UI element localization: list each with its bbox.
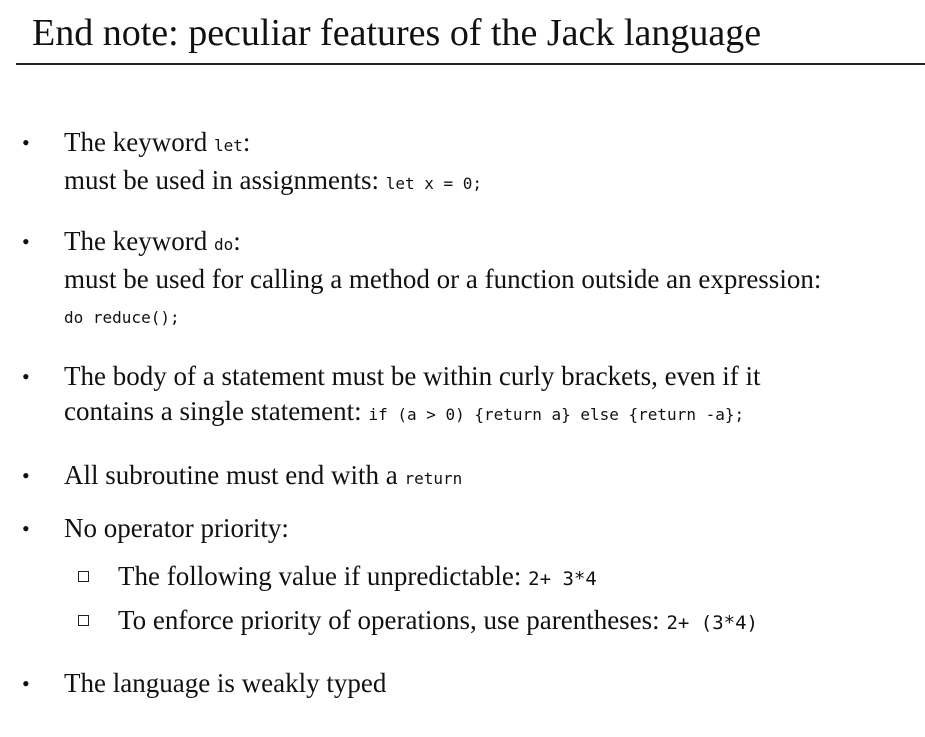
sub-bullet-text: The following value if unpredictable: bbox=[118, 561, 529, 591]
bullet-text: No operator priority: bbox=[64, 513, 289, 543]
bullet-line: The body of a statement must be within c… bbox=[64, 359, 915, 394]
inline-code: do bbox=[213, 235, 234, 254]
inline-code: let bbox=[213, 136, 243, 155]
inline-code: 2+ (3*4) bbox=[666, 612, 758, 634]
slide-title: End note: peculiar features of the Jack … bbox=[32, 12, 762, 54]
square-bullet-icon bbox=[78, 615, 89, 626]
inline-code: 2+ 3*4 bbox=[528, 568, 597, 590]
bullet-text: The body of a statement must be within c… bbox=[64, 361, 761, 391]
bullet-marker: • bbox=[22, 130, 30, 155]
bullet-marker: • bbox=[22, 364, 30, 389]
bullet-body: The keyword do: must be used for calling… bbox=[64, 224, 915, 335]
bullet-body: The keyword let: must be used in assignm… bbox=[64, 125, 915, 201]
bullet-line: must be used for calling a method or a f… bbox=[64, 262, 915, 297]
bullet-text: must be used for calling a method or a f… bbox=[64, 264, 822, 294]
bullet-marker: • bbox=[22, 671, 30, 696]
bullet-body: All subroutine must end with a return bbox=[64, 458, 915, 496]
bullet-marker: • bbox=[22, 229, 30, 254]
bullet-line: must be used in assignments: let x = 0; bbox=[64, 163, 915, 201]
inline-code: do reduce(); bbox=[64, 308, 180, 327]
sub-bullet-text: To enforce priority of operations, use p… bbox=[118, 605, 667, 635]
bullet-text: must be used in assignments: bbox=[64, 165, 386, 195]
inline-code: if (a > 0) {return a} else {return -a}; bbox=[368, 405, 745, 424]
bullet-line: The language is weakly typed bbox=[64, 666, 915, 701]
inline-code: return bbox=[404, 469, 463, 488]
bullet-body: The body of a statement must be within c… bbox=[64, 359, 915, 432]
bullet-text: : bbox=[242, 127, 251, 157]
bullet-line: do reduce(); bbox=[64, 297, 915, 335]
bullet-line: No operator priority: bbox=[64, 511, 915, 546]
bullet-text: The language is weakly typed bbox=[64, 668, 387, 698]
bullet-marker: • bbox=[22, 463, 30, 488]
bullet-text: All subroutine must end with a bbox=[64, 460, 405, 490]
bullet-text: contains a single statement: bbox=[64, 396, 369, 426]
bullet-text: The keyword bbox=[64, 127, 214, 157]
bullet-line: All subroutine must end with a return bbox=[64, 458, 915, 496]
bullet-marker: • bbox=[22, 516, 30, 541]
sub-bullet-line: To enforce priority of operations, use p… bbox=[118, 603, 758, 641]
bullet-text: : bbox=[233, 226, 241, 256]
bullet-body: The language is weakly typed bbox=[64, 666, 915, 701]
title-divider bbox=[16, 63, 925, 65]
bullet-line: The keyword let: bbox=[64, 125, 915, 163]
sub-bullet-line: The following value if unpredictable: 2+… bbox=[118, 559, 597, 597]
bullet-body: No operator priority: bbox=[64, 511, 915, 546]
bullet-line: contains a single statement: if (a > 0) … bbox=[64, 394, 915, 432]
inline-code: let x = 0; bbox=[385, 174, 483, 193]
square-bullet-icon bbox=[78, 571, 89, 582]
bullet-text: The keyword bbox=[64, 226, 214, 256]
bullet-line: The keyword do: bbox=[64, 224, 915, 262]
